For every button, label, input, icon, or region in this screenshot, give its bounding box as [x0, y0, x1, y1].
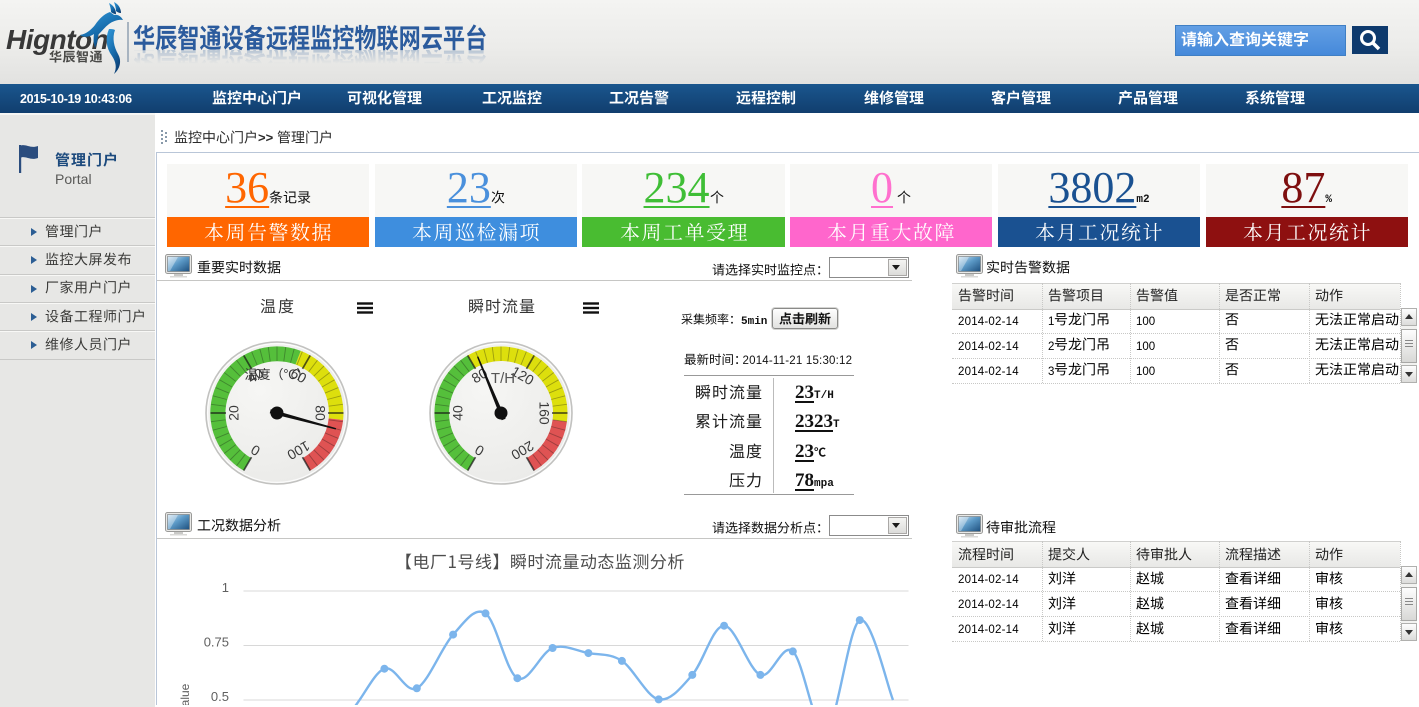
- svg-text:value: value: [178, 683, 192, 705]
- svg-text:0.5: 0.5: [211, 689, 229, 704]
- svg-text:T/H: T/H: [491, 370, 515, 387]
- svg-text:0.75: 0.75: [204, 635, 229, 650]
- svg-text:80: 80: [312, 405, 328, 421]
- svg-text:20: 20: [226, 405, 242, 421]
- svg-text:40: 40: [450, 405, 466, 421]
- svg-text:1: 1: [222, 580, 229, 595]
- svg-text:160: 160: [536, 401, 552, 425]
